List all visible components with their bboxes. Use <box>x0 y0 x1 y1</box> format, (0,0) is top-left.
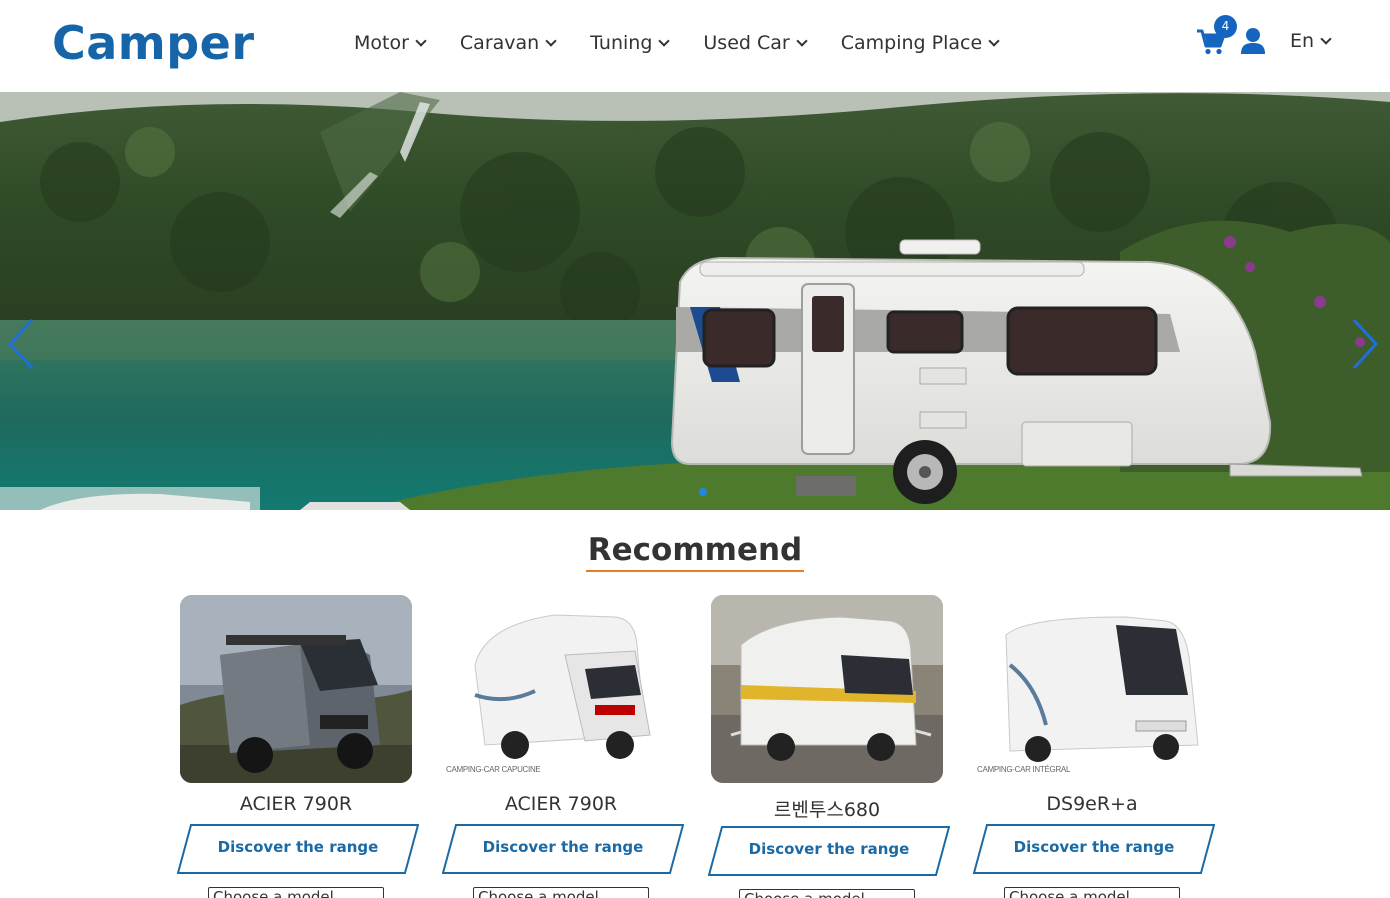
model-select[interactable]: Choose a model <box>208 887 384 898</box>
nav-item-label: Used Car <box>703 32 790 54</box>
product-image[interactable] <box>711 595 943 783</box>
language-label: En <box>1290 30 1315 52</box>
product-card: 르벤투스680 Discover the range Choose a mode… <box>702 595 972 898</box>
chevron-down-icon <box>545 34 557 47</box>
slider-next-button[interactable] <box>1350 318 1380 370</box>
product-card: CAMPING-CAR INTÉGRAL DS9eR+a Discover th… <box>967 595 1237 898</box>
image-caption: CAMPING-CAR CAPUCINE <box>446 765 541 774</box>
section-title-wrapper: Recommend <box>0 532 1390 572</box>
slider-dot-active[interactable] <box>699 488 707 496</box>
discover-range-label: Discover the range <box>748 840 910 858</box>
main-nav: Motor Caravan Tuning Used Car Camping Pl… <box>354 28 1033 58</box>
discover-range-label: Discover the range <box>482 838 644 856</box>
chevron-right-icon <box>1352 318 1379 370</box>
chevron-down-icon <box>988 34 1000 47</box>
discover-range-button[interactable]: Discover the range <box>973 824 1215 874</box>
discover-range-label: Discover the range <box>1013 838 1175 856</box>
discover-range-button[interactable]: Discover the range <box>708 826 950 876</box>
nav-item-caravan[interactable]: Caravan <box>459 28 557 58</box>
nav-item-camping-place[interactable]: Camping Place <box>840 28 1000 58</box>
hero-slider <box>0 92 1390 510</box>
model-select[interactable]: Choose a model <box>473 887 649 898</box>
product-image[interactable] <box>445 595 677 783</box>
cart-count-badge: 4 <box>1214 15 1237 38</box>
section-title: Recommend <box>585 532 805 572</box>
nav-item-label: Motor <box>354 32 409 54</box>
nav-item-used-car[interactable]: Used Car <box>703 28 808 58</box>
chevron-left-icon <box>7 318 34 370</box>
chevron-down-icon <box>658 34 671 47</box>
brand-logo[interactable]: Camper <box>52 16 255 70</box>
language-selector[interactable]: En <box>1290 30 1332 52</box>
discover-range-label: Discover the range <box>217 838 379 856</box>
product-name: DS9eR+a <box>1046 793 1138 815</box>
discover-range-button[interactable]: Discover the range <box>442 824 684 874</box>
product-image[interactable] <box>976 595 1208 783</box>
image-caption: CAMPING-CAR INTÉGRAL <box>977 765 1071 774</box>
discover-range-button[interactable]: Discover the range <box>177 824 419 874</box>
product-card: ACIER 790R Discover the range Choose a m… <box>171 595 441 898</box>
user-icon[interactable] <box>1240 27 1266 55</box>
nav-item-motor[interactable]: Motor <box>354 28 427 58</box>
slider-prev-button[interactable] <box>6 318 36 370</box>
product-name: ACIER 790R <box>239 793 353 815</box>
nav-item-tuning[interactable]: Tuning <box>590 28 671 58</box>
chevron-down-icon <box>1320 32 1332 45</box>
nav-item-label: Tuning <box>590 32 653 54</box>
chevron-down-icon <box>796 34 808 47</box>
product-image[interactable] <box>180 595 412 783</box>
caravan-by-lake-photo <box>0 92 1390 510</box>
product-name: ACIER 790R <box>504 793 618 815</box>
product-card: CAMPING-CAR CAPUCINE ACIER 790R Discover… <box>436 595 706 898</box>
model-select[interactable]: Choose a model <box>739 889 915 898</box>
nav-item-label: Camping Place <box>840 32 983 54</box>
chevron-down-icon <box>415 34 427 47</box>
model-select[interactable]: Choose a model <box>1004 887 1180 898</box>
product-name: 르벤투스680 <box>773 799 881 821</box>
site-header: Camper Motor Caravan Tuning Used Car Cam… <box>0 0 1390 92</box>
nav-item-label: Caravan <box>459 32 540 54</box>
